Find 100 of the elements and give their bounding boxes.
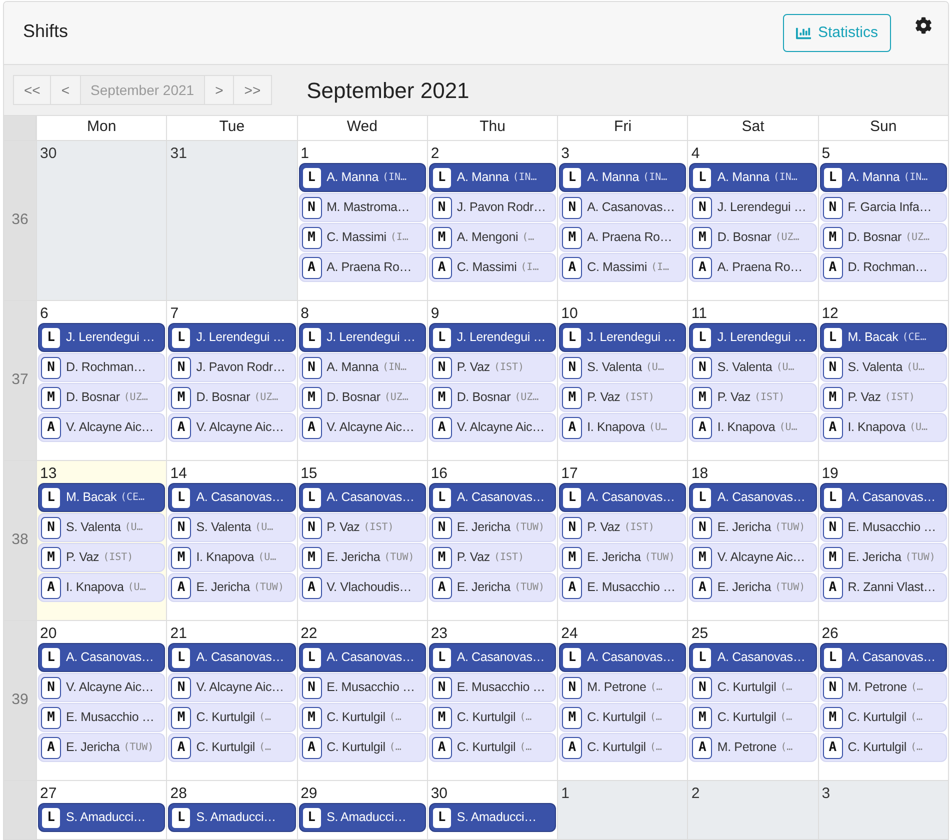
shift-pill[interactable]: L A. Casanovas… [168,643,296,672]
shift-pill[interactable]: M D. Bosnar (UZ… [820,223,947,252]
shift-pill[interactable]: M C. Kurtulgil (… [428,703,556,732]
shift-pill[interactable]: L M. Bacak (CE… [38,483,166,512]
shift-pill[interactable]: N E. Musacchio … [298,673,426,702]
shift-pill[interactable]: N J. Pavon Rodr… [168,353,296,382]
shift-pill[interactable]: M A. Mengoni (… [428,223,556,252]
shift-pill[interactable]: L A. Casanovas… [689,643,817,672]
shift-pill[interactable]: L A. Manna (IN… [689,163,817,192]
shift-pill[interactable]: M D. Bosnar (UZ… [689,223,817,252]
shift-pill[interactable]: L A. Manna (IN… [298,163,426,192]
shift-pill[interactable]: A R. Zanni Vlast… [820,573,947,602]
shift-pill[interactable]: N V. Alcayne Aic… [38,673,166,702]
shift-pill[interactable]: N E. Musacchio … [428,673,556,702]
shift-pill[interactable]: A V. Vlachoudis… [298,573,426,602]
day-cell[interactable]: 4 L A. Manna (IN… N J. Lerendegui … M D. Bosnar (UZ… A A. Praena Ro… [687,141,818,300]
shift-pill[interactable]: L A. Casanovas… [428,643,556,672]
shift-pill[interactable]: N V. Alcayne Aic… [168,673,296,702]
shift-pill[interactable]: L A. Casanovas… [689,483,817,512]
day-cell[interactable]: 9 L J. Lerendegui … N P. Vaz (IST) M D. Bosnar (UZ… A V. Alcayne Aic… [426,301,558,460]
day-cell[interactable]: 12 L M. Bacak (CE… N S. Valenta (U… M P. Vaz (IST) A I. Knapova (U… [818,301,948,460]
day-cell[interactable]: 26 L A. Casanovas… N M. Petrone (… M C. Kurtulgil (… A C. Kurtulgil (… [818,621,948,780]
day-cell[interactable]: 17 L A. Casanovas… N P. Vaz (IST) M E. Jericha (TUW) A E. Musacchio … [557,461,688,620]
settings-icon[interactable] [915,16,932,34]
day-cell[interactable]: 20 L A. Casanovas… N V. Alcayne Aic… M E. Musacchio … A E. Jericha (TUW) [36,621,166,780]
day-cell[interactable]: 28 L S. Amaducci… [166,781,297,839]
shift-pill[interactable]: N S. Valenta (U… [820,353,947,382]
shift-pill[interactable]: N E. Jericha (TUW) [689,513,817,542]
shift-pill[interactable]: M E. Jericha (TUW) [298,543,426,572]
shift-pill[interactable]: N M. Petrone (… [820,673,947,702]
day-cell[interactable]: 7 L J. Lerendegui … N J. Pavon Rodr… M D. Bosnar (UZ… A V. Alcayne Aic… [166,301,297,460]
shift-pill[interactable]: N A. Manna (IN… [298,353,426,382]
shift-pill[interactable]: A I. Knapova (U… [38,573,166,602]
day-cell[interactable]: 1 [557,781,688,839]
shift-pill[interactable]: N E. Jericha (TUW) [428,513,556,542]
shift-pill[interactable]: N C. Kurtulgil (… [689,673,817,702]
shift-pill[interactable]: N M. Petrone (… [559,673,686,702]
day-cell[interactable]: 3 L A. Manna (IN… N A. Casanovas… M A. Praena Ro… A C. Massimi (I… [557,141,688,300]
shift-pill[interactable]: M D. Bosnar (UZ… [428,383,556,412]
day-cell[interactable]: 25 L A. Casanovas… N C. Kurtulgil (… M C. Kurtulgil (… A M. Petrone (… [687,621,818,780]
shift-pill[interactable]: M P. Vaz (IST) [428,543,556,572]
shift-pill[interactable]: L J. Lerendegui … [689,323,817,352]
shift-pill[interactable]: L A. Casanovas… [428,483,556,512]
shift-pill[interactable]: M C. Kurtulgil (… [689,703,817,732]
day-cell[interactable]: 30 L S. Amaducci… [426,781,558,839]
shift-pill[interactable]: A I. Knapova (U… [559,413,686,442]
shift-pill[interactable]: A A. Praena Ro… [689,253,817,282]
shift-pill[interactable]: M C. Kurtulgil (… [820,703,947,732]
shift-pill[interactable]: A C. Kurtulgil (… [428,733,556,762]
shift-pill[interactable]: L J. Lerendegui … [559,323,686,352]
shift-pill[interactable]: L A. Manna (IN… [559,163,686,192]
shift-pill[interactable]: L S. Amaducci… [298,803,426,832]
day-cell[interactable]: 14 L A. Casanovas… N S. Valenta (U… M I. Knapova (U… A E. Jericha (TUW) [166,461,297,620]
shift-pill[interactable]: M P. Vaz (IST) [559,383,686,412]
shift-pill[interactable]: M E. Jericha (TUW) [559,543,686,572]
shift-pill[interactable]: A V. Alcayne Aic… [298,413,426,442]
shift-pill[interactable]: N D. Rochman… [38,353,166,382]
shift-pill[interactable]: N A. Casanovas… [559,193,686,222]
day-cell[interactable]: 2 [687,781,818,839]
day-cell[interactable]: 22 L A. Casanovas… N E. Musacchio … M C. Kurtulgil (… A C. Kurtulgil (… [296,621,427,780]
shift-pill[interactable]: A I. Knapova (U… [689,413,817,442]
day-cell[interactable]: 11 L J. Lerendegui … N S. Valenta (U… M P. Vaz (IST) A I. Knapova (U… [687,301,818,460]
shift-pill[interactable]: L A. Manna (IN… [820,163,947,192]
shift-pill[interactable]: L J. Lerendegui … [38,323,166,352]
shift-pill[interactable]: N P. Vaz (IST) [559,513,686,542]
shift-pill[interactable]: L A. Casanovas… [38,643,166,672]
shift-pill[interactable]: M A. Praena Ro… [559,223,686,252]
day-cell[interactable]: 24 L A. Casanovas… N M. Petrone (… M C. Kurtulgil (… A C. Kurtulgil (… [557,621,688,780]
shift-pill[interactable]: L A. Casanovas… [168,483,296,512]
shift-pill[interactable]: N S. Valenta (U… [559,353,686,382]
shift-pill[interactable]: A C. Kurtulgil (… [559,733,686,762]
shift-pill[interactable]: N J. Lerendegui … [689,193,817,222]
shift-pill[interactable]: A V. Alcayne Aic… [428,413,556,442]
shift-pill[interactable]: M D. Bosnar (UZ… [38,383,166,412]
shift-pill[interactable]: L A. Casanovas… [298,643,426,672]
shift-pill[interactable]: A E. Jericha (TUW) [689,573,817,602]
day-cell[interactable]: 21 L A. Casanovas… N V. Alcayne Aic… M C. Kurtulgil (… A C. Kurtulgil (… [166,621,297,780]
shift-pill[interactable]: M P. Vaz (IST) [38,543,166,572]
day-cell[interactable]: 5 L A. Manna (IN… N F. Garcia Infa… M D. Bosnar (UZ… A D. Rochman… [818,141,948,300]
shift-pill[interactable]: M C. Massimi (I… [298,223,426,252]
shift-pill[interactable]: A C. Kurtulgil (… [168,733,296,762]
shift-pill[interactable]: N F. Garcia Infa… [820,193,947,222]
shift-pill[interactable]: N S. Valenta (U… [38,513,166,542]
shift-pill[interactable]: M E. Musacchio … [38,703,166,732]
day-cell[interactable]: 3 [818,781,948,839]
nav-button[interactable]: << [13,75,52,105]
day-cell[interactable]: 30 [36,141,166,300]
day-cell[interactable]: 6 L J. Lerendegui … N D. Rochman… M D. Bosnar (UZ… A V. Alcayne Aic… [36,301,166,460]
shift-pill[interactable]: L A. Manna (IN… [428,163,556,192]
day-cell[interactable]: 1 L A. Manna (IN… N M. Mastroma… M C. Massimi (I… A A. Praena Ro… [296,141,427,300]
shift-pill[interactable]: M C. Kurtulgil (… [168,703,296,732]
shift-pill[interactable]: L A. Casanovas… [559,483,686,512]
nav-button[interactable]: < [50,75,81,105]
shift-pill[interactable]: A E. Musacchio … [559,573,686,602]
shift-pill[interactable]: A V. Alcayne Aic… [168,413,296,442]
shift-pill[interactable]: L J. Lerendegui … [298,323,426,352]
day-cell[interactable]: 29 L S. Amaducci… [296,781,427,839]
nav-button[interactable]: > [204,75,234,105]
day-cell[interactable]: 13 L M. Bacak (CE… N S. Valenta (U… M P. Vaz (IST) A I. Knapova (U… [36,461,166,620]
shift-pill[interactable]: M P. Vaz (IST) [689,383,817,412]
